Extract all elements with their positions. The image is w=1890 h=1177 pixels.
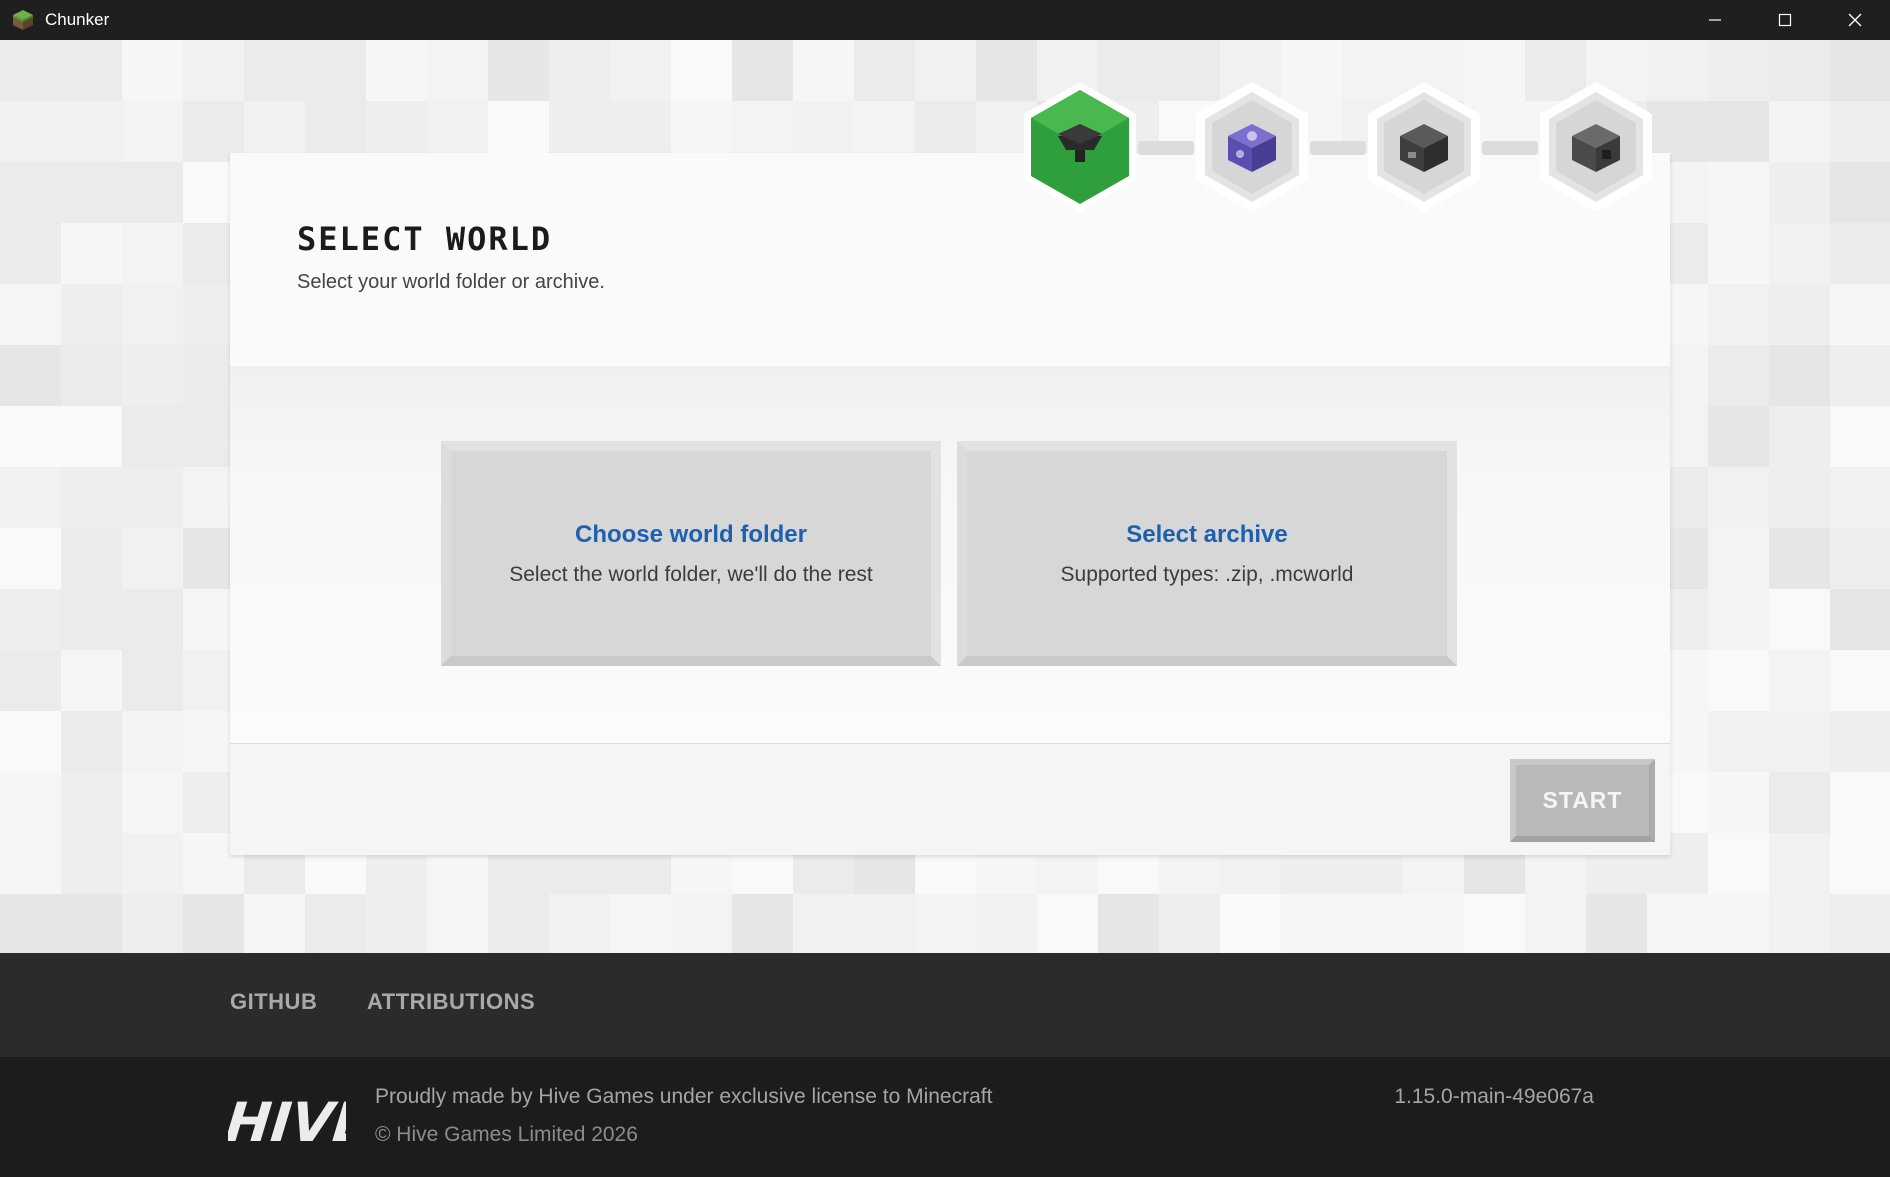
select-archive-title: Select archive [1126,520,1288,548]
title-bar: Chunker [0,0,1890,40]
svg-text:HIVE: HIVE [228,1091,346,1154]
card-footer: START [230,743,1670,855]
grass-block-icon [11,8,35,32]
close-icon [1848,13,1862,27]
window-title: Chunker [45,10,110,29]
made-by-text: Proudly made by Hive Games under exclusi… [375,1085,993,1108]
hive-logo: HIVE [223,1085,374,1155]
version-text: 1.15.0-main-49e067a [1394,1085,1594,1108]
minimize-icon [1709,19,1721,21]
card-body: Choose world folder Select the world fol… [230,366,1670,743]
select-archive-description: Supported types: .zip, .mcworld [1060,562,1354,586]
select-world-card: SELECT WORLD Select your world folder or… [230,153,1670,855]
step-connector [1138,141,1194,155]
attributions-link[interactable]: ATTRIBUTIONS [367,989,535,1015]
step-2-settings [1192,80,1312,215]
page-subtitle: Select your world folder or archive. [297,271,605,293]
start-button[interactable]: START [1510,759,1655,842]
step-3-convert [1364,80,1484,215]
github-link[interactable]: GITHUB [230,989,317,1015]
close-button[interactable] [1820,0,1890,40]
maximize-button[interactable] [1750,0,1820,40]
page-title: SELECT WORLD [297,220,553,258]
maximize-icon [1778,13,1792,27]
step-1-select-world [1020,80,1140,215]
step-connector [1482,141,1538,155]
copyright-text: © Hive Games Limited 2026 [375,1123,638,1146]
step-4-finish [1536,80,1656,215]
select-archive-button[interactable]: Select archive Supported types: .zip, .m… [957,441,1457,666]
choose-world-folder-title: Choose world folder [574,520,807,548]
footer-bottom: HIVE Proudly made by Hive Games under ex… [0,1057,1890,1177]
choose-world-folder-description: Select the world folder, we'll do the re… [509,562,873,586]
choose-world-folder-button[interactable]: Choose world folder Select the world fol… [441,441,941,666]
footer-nav: GITHUB ATTRIBUTIONS [0,953,1890,1057]
progress-steps [1020,80,1660,215]
step-connector [1310,141,1366,155]
minimize-button[interactable] [1680,0,1750,40]
